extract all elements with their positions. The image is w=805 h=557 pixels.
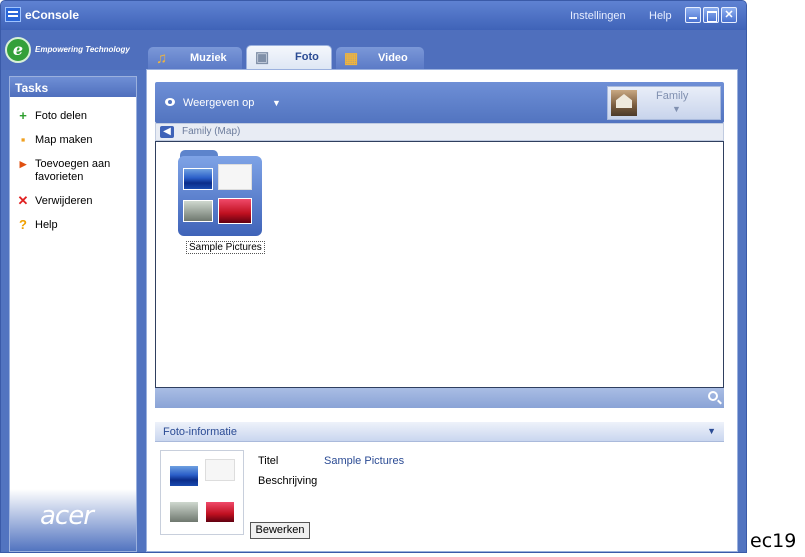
folder-label[interactable]: Sample Pictures (186, 241, 265, 254)
breadcrumb: ◀ Family (Map) (155, 123, 724, 141)
album-name: Family (656, 90, 689, 102)
info-thumbnail (160, 450, 244, 535)
photo-thumbnail (218, 198, 252, 224)
task-label: Toevoegen aan favorieten (35, 158, 111, 183)
tab-label: Video (378, 52, 408, 64)
view-bar: Weergeven op ▼ Family ▼ (155, 82, 724, 123)
photo-thumbnail (183, 200, 213, 222)
folder-icon[interactable] (178, 150, 262, 236)
photo-thumbnail (169, 465, 199, 487)
chevron-down-icon: ▼ (672, 104, 681, 114)
folder-new-icon: ▪ (20, 132, 26, 147)
task-label: Foto delen (35, 110, 87, 122)
plus-icon: + (19, 108, 27, 123)
album-selector[interactable]: Family ▼ (607, 86, 721, 120)
film-icon: ▦ (344, 50, 359, 67)
photo-thumbnail (218, 164, 252, 190)
search-bar (155, 388, 724, 408)
edit-button[interactable]: Bewerken (250, 522, 310, 539)
help-link[interactable]: Help (649, 10, 672, 22)
photo-thumbnail (183, 168, 213, 190)
view-by-dropdown[interactable]: Weergeven op (183, 97, 254, 109)
info-header-label: Foto-informatie (163, 426, 237, 438)
task-label: Verwijderen (35, 195, 93, 207)
photo-thumbnail (205, 501, 235, 523)
album-thumbnail (611, 90, 637, 116)
econsole-window: eConsole Instellingen Help ✕ e Empowerin… (0, 0, 747, 553)
minimize-button[interactable] (685, 7, 701, 23)
overlay-text: ec19 (750, 530, 797, 552)
acer-logo: acer (40, 501, 94, 531)
main-panel: Weergeven op ▼ Family ▼ ◀ Family (Map) S… (146, 69, 738, 552)
description-label: Beschrijving (258, 475, 318, 487)
music-note-icon: ♫ (156, 50, 168, 67)
tab-label: Foto (295, 51, 319, 63)
back-arrow-icon[interactable]: ◀ (160, 126, 174, 138)
tasks-sidebar: Tasks + Foto delen ▪ Map maken ▸ Toevoeg… (9, 76, 137, 552)
brand-tagline: Empowering Technology (35, 45, 130, 54)
tab-foto[interactable]: ▣ Foto (246, 45, 332, 70)
tab-muziek[interactable]: ♫ Muziek (148, 47, 242, 70)
empowering-logo-icon: e (5, 37, 31, 63)
chevron-down-icon[interactable]: ▼ (707, 426, 716, 436)
task-label: Help (35, 219, 58, 231)
photo-icon: ▣ (255, 49, 270, 66)
window-title: eConsole (25, 8, 80, 22)
file-pane: Sample Pictures (155, 141, 724, 388)
photo-thumbnail (205, 459, 235, 481)
search-icon[interactable] (708, 391, 718, 401)
tab-video[interactable]: ▦ Video (336, 47, 424, 70)
tasks-header: Tasks (10, 77, 136, 97)
brand: e Empowering Technology (5, 37, 143, 65)
title-label: Titel (258, 455, 279, 467)
eye-icon (165, 98, 175, 106)
info-header[interactable]: Foto-informatie ▼ (155, 422, 724, 442)
close-button[interactable]: ✕ (721, 7, 737, 23)
app-icon (5, 7, 21, 22)
favorite-folder-icon: ▸ (19, 156, 27, 171)
tab-label: Muziek (190, 52, 227, 64)
title-value: Sample Pictures (324, 455, 405, 467)
tab-strip: e Empowering Technology ♫ Muziek ▣ Foto … (1, 30, 746, 70)
info-pane: Titel Sample Pictures Beschrijving Bewer… (155, 442, 724, 543)
task-label: Map maken (35, 134, 93, 146)
maximize-button[interactable] (703, 7, 719, 23)
title-bar: eConsole Instellingen Help ✕ (1, 1, 746, 30)
breadcrumb-label: Family (Map) (182, 126, 241, 137)
settings-link[interactable]: Instellingen (570, 10, 626, 22)
photo-thumbnail (169, 501, 199, 523)
chevron-down-icon[interactable]: ▼ (272, 98, 281, 108)
help-icon: ? (19, 217, 27, 232)
delete-icon: ✕ (17, 193, 29, 208)
